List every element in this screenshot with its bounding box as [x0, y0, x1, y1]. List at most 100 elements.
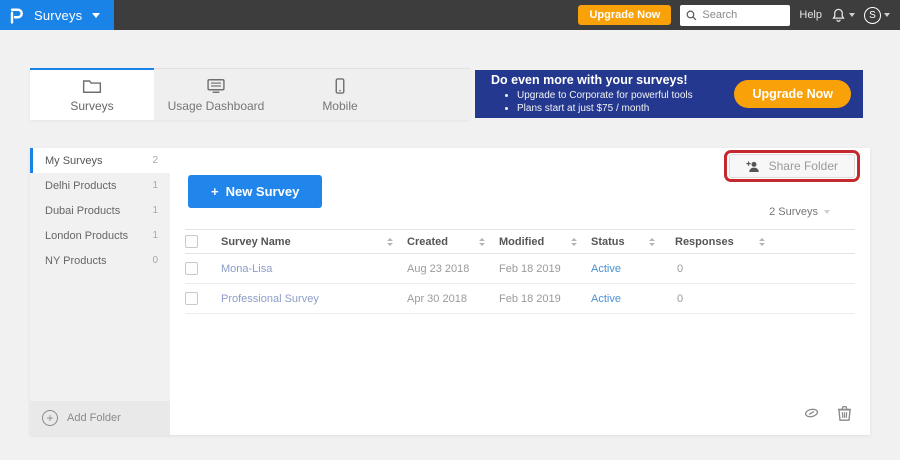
row-checkbox[interactable] [185, 262, 198, 275]
column-label: Responses [675, 235, 734, 248]
folder-count: 0 [152, 255, 158, 266]
responses-cell: 0 [665, 293, 765, 305]
plus-circle-icon: + [42, 410, 58, 426]
add-user-icon [745, 160, 759, 172]
survey-count-label: 2 Surveys [769, 206, 818, 218]
table-actions [803, 405, 852, 421]
column-header-created[interactable]: Created [407, 236, 499, 248]
sidebar-item-dubai-products[interactable]: Dubai Products 1 [30, 198, 170, 223]
notifications-menu[interactable] [831, 7, 855, 23]
responses-count: 0 [677, 262, 684, 275]
sidebar-item-london-products[interactable]: London Products 1 [30, 223, 170, 248]
status-badge[interactable]: Active [591, 293, 621, 305]
row-checkbox[interactable] [185, 292, 198, 305]
promo-bullet: Upgrade to Corporate for powerful tools [517, 89, 734, 103]
folder-count: 2 [152, 155, 158, 166]
bell-icon [832, 8, 845, 22]
responses-cell: 0 [665, 263, 765, 275]
surveys-panel: Share Folder + New Survey 2 Surveys Surv… [170, 148, 870, 435]
link-icon[interactable] [803, 406, 820, 420]
sort-icon[interactable] [479, 237, 485, 246]
created-cell: Aug 23 2018 [407, 262, 470, 275]
folder-label: London Products [45, 229, 129, 242]
folder-label: NY Products [45, 254, 107, 267]
promo-bullets: Upgrade to Corporate for powerful tools … [517, 89, 734, 116]
created-cell: Apr 30 2018 [407, 292, 467, 305]
search-box[interactable] [680, 4, 791, 26]
table-row: Professional Survey Apr 30 2018 Feb 18 2… [185, 284, 855, 314]
tab-label: Usage Dashboard [167, 98, 265, 113]
header-checkbox-cell [185, 235, 221, 248]
content-card: My Surveys 2 Delhi Products 1 Dubai Prod… [30, 148, 870, 435]
sort-icon[interactable] [649, 237, 655, 246]
new-survey-button[interactable]: + New Survey [188, 175, 323, 208]
column-header-survey-name[interactable]: Survey Name [221, 236, 407, 248]
sort-icon[interactable] [387, 237, 393, 246]
survey-link[interactable]: Mona-Lisa [221, 263, 272, 275]
chevron-down-icon [92, 12, 101, 18]
column-header-responses[interactable]: Responses [665, 236, 765, 248]
add-folder-button[interactable]: + Add Folder [30, 401, 170, 435]
sidebar-item-delhi-products[interactable]: Delhi Products 1 [30, 173, 170, 198]
promo-banner: Do even more with your surveys! Upgrade … [475, 70, 863, 118]
share-folder-label: Share Folder [768, 159, 838, 173]
survey-link[interactable]: Professional Survey [221, 293, 319, 305]
column-label: Status [591, 235, 625, 248]
folder-label: My Surveys [45, 154, 103, 167]
product-name: Surveys [34, 7, 83, 23]
column-header-modified[interactable]: Modified [499, 236, 591, 248]
chevron-down-icon [824, 210, 830, 214]
modified-cell: Feb 18 2019 [499, 292, 561, 305]
section-tabs: Surveys Usage Dashboard Mobile [30, 68, 470, 120]
survey-name-cell: Professional Survey [221, 293, 407, 305]
avatar: S [864, 6, 881, 24]
chevron-down-icon [884, 13, 890, 17]
status-badge[interactable]: Active [591, 263, 621, 275]
sidebar-item-my-surveys[interactable]: My Surveys 2 [30, 148, 170, 173]
sort-icon[interactable] [759, 237, 765, 246]
modified-cell: Feb 18 2019 [499, 262, 561, 275]
surveys-table: Survey Name Created Modified Status Resp… [185, 229, 855, 314]
status-cell: Active [591, 293, 665, 305]
table-row: Mona-Lisa Aug 23 2018 Feb 18 2019 Active… [185, 254, 855, 284]
folders-sidebar: My Surveys 2 Delhi Products 1 Dubai Prod… [30, 148, 170, 435]
new-survey-label: New Survey [225, 184, 300, 199]
trash-icon[interactable] [837, 405, 852, 421]
topnav-right: Upgrade Now Help S [578, 4, 900, 26]
tab-mobile[interactable]: Mobile [278, 68, 402, 120]
top-navbar: Surveys Upgrade Now Help S [0, 0, 900, 30]
status-cell: Active [591, 263, 665, 275]
tab-surveys[interactable]: Surveys [30, 68, 154, 120]
proprofs-logo-icon [10, 8, 23, 24]
search-icon [686, 10, 697, 20]
sidebar-item-ny-products[interactable]: NY Products 0 [30, 248, 170, 273]
search-input[interactable] [702, 9, 783, 21]
folder-icon [82, 80, 102, 93]
survey-name-cell: Mona-Lisa [221, 263, 407, 275]
column-label: Created [407, 235, 448, 248]
column-header-status[interactable]: Status [591, 236, 665, 248]
tab-label: Mobile [322, 98, 358, 113]
tab-usage-dashboard[interactable]: Usage Dashboard [154, 68, 278, 120]
plus-icon: + [211, 184, 219, 199]
share-folder-button[interactable]: Share Folder [728, 154, 855, 178]
app-switcher[interactable]: Surveys [0, 0, 115, 30]
row-checkbox-cell [185, 292, 221, 305]
page: Surveys Upgrade Now Help S [0, 0, 900, 460]
select-all-checkbox[interactable] [185, 235, 198, 248]
folder-label: Delhi Products [45, 179, 117, 192]
dashboard-icon [207, 78, 225, 93]
mobile-icon [335, 77, 345, 94]
help-link[interactable]: Help [799, 9, 822, 21]
folder-label: Dubai Products [45, 204, 121, 217]
promo-bullet: Plans start at just $75 / month [517, 102, 734, 116]
survey-count-dropdown[interactable]: 2 Surveys [769, 206, 830, 218]
upgrade-now-banner-button[interactable]: Upgrade Now [734, 80, 851, 108]
account-menu[interactable]: S [864, 6, 890, 24]
upgrade-now-button[interactable]: Upgrade Now [578, 5, 672, 25]
sort-icon[interactable] [571, 237, 577, 246]
share-folder-highlight: Share Folder [723, 150, 860, 182]
promo-title: Do even more with your surveys! [491, 72, 688, 87]
row-checkbox-cell [185, 262, 221, 275]
